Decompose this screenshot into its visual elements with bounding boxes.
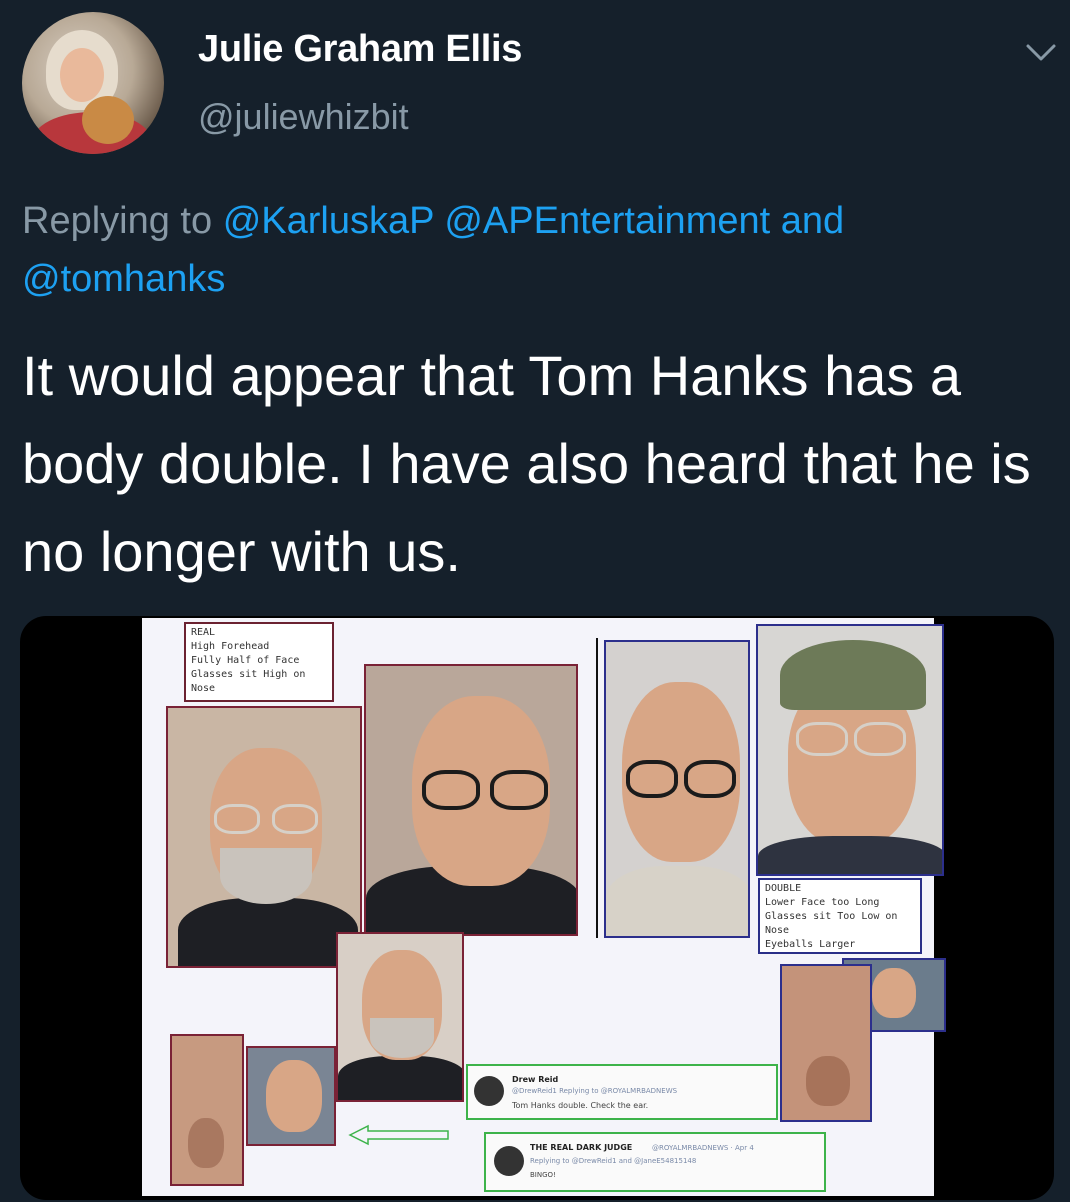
photo-suit (178, 898, 358, 966)
real-photo-3 (336, 932, 464, 1102)
replying-to: Replying to @KarluskaP @APEntertainment … (22, 192, 1052, 308)
double-caption-title: DOUBLE (765, 883, 802, 894)
double-caption-line: Glasses sit Too Low on Nose (765, 911, 898, 936)
reply-card-replying: Replying to @DrewReid1 and @JaneE5481514… (530, 1157, 697, 1165)
photo-glasses (796, 722, 848, 756)
photo-glasses (272, 804, 318, 834)
arrow-icon (348, 1124, 449, 1146)
reply-card-name: Drew Reid (512, 1075, 559, 1084)
reply-card-text: Tom Hanks double. Check the ear. (512, 1101, 649, 1110)
chevron-down-icon[interactable] (1024, 40, 1058, 64)
avatar-face (60, 48, 104, 102)
real-ear-photo (170, 1034, 244, 1186)
tweet-text: It would appear that Tom Hanks has a bod… (22, 344, 1031, 583)
ear-shape (806, 1056, 850, 1106)
photo-glasses (854, 722, 906, 756)
reply-card-meta: @ROYALMRBADNEWS · Apr 4 (652, 1144, 754, 1152)
photo-shirt (606, 866, 748, 936)
photo-cap (780, 640, 926, 710)
real-caption-line: Fully Half of Face (191, 655, 300, 666)
real-photo-2 (364, 664, 578, 936)
real-caption-line: Glasses sit High on Nose (191, 669, 306, 694)
reply-card-dark-judge: THE REAL DARK JUDGE @ROYALMRBADNEWS · Ap… (484, 1132, 826, 1192)
divider-line (596, 638, 598, 938)
photo-face (872, 968, 916, 1018)
mention-karluskap[interactable]: @KarluskaP (223, 200, 434, 242)
avatar[interactable] (22, 12, 164, 154)
display-name[interactable]: Julie Graham Ellis (198, 28, 522, 71)
photo-suit (338, 1056, 462, 1100)
reply-card-meta: @DrewReid1 Replying to @ROYALMRBADNEWS (512, 1087, 678, 1095)
avatar-dog (82, 96, 134, 144)
reply-card-avatar (494, 1146, 524, 1176)
double-caption-line: Lower Face too Long (765, 897, 880, 908)
photo-glasses (214, 804, 260, 834)
photo-shirt (758, 836, 942, 874)
mention-apentertainment[interactable]: @APEntertainment (444, 200, 770, 242)
mention-conjunction[interactable]: and (781, 200, 844, 242)
reply-card-drew-reid: Drew Reid @DrewReid1 Replying to @ROYALM… (466, 1064, 778, 1120)
photo-beard (370, 1018, 434, 1058)
replying-prefix: Replying to (22, 200, 213, 242)
photo-face (266, 1060, 322, 1132)
reply-card-name: THE REAL DARK JUDGE (530, 1143, 633, 1152)
reply-card-text: BINGO! (530, 1171, 556, 1179)
user-handle[interactable]: @juliewhizbit (198, 96, 409, 138)
real-photo-1 (166, 706, 362, 968)
tweet-media[interactable]: REAL High Forehead Fully Half of Face Gl… (20, 616, 1054, 1200)
photo-beard (220, 848, 312, 904)
real-caption-title: REAL (191, 627, 216, 638)
real-caption: REAL High Forehead Fully Half of Face Gl… (184, 622, 334, 702)
real-caption-line: High Forehead (191, 641, 270, 652)
ear-shape (188, 1118, 224, 1168)
double-caption: DOUBLE Lower Face too Long Glasses sit T… (758, 878, 922, 954)
collage-image: REAL High Forehead Fully Half of Face Gl… (142, 618, 946, 1196)
double-caption-line: Eyeballs Larger (765, 939, 856, 950)
double-ear-photo (780, 964, 872, 1122)
double-photo-2 (756, 624, 944, 876)
photo-glasses (684, 760, 736, 798)
mention-tomhanks[interactable]: @tomhanks (22, 258, 225, 300)
double-photo-1 (604, 640, 750, 938)
photo-glasses (626, 760, 678, 798)
photo-glasses (490, 770, 548, 810)
reply-card-avatar (474, 1076, 504, 1106)
photo-glasses (422, 770, 480, 810)
real-photo-4 (246, 1046, 336, 1146)
